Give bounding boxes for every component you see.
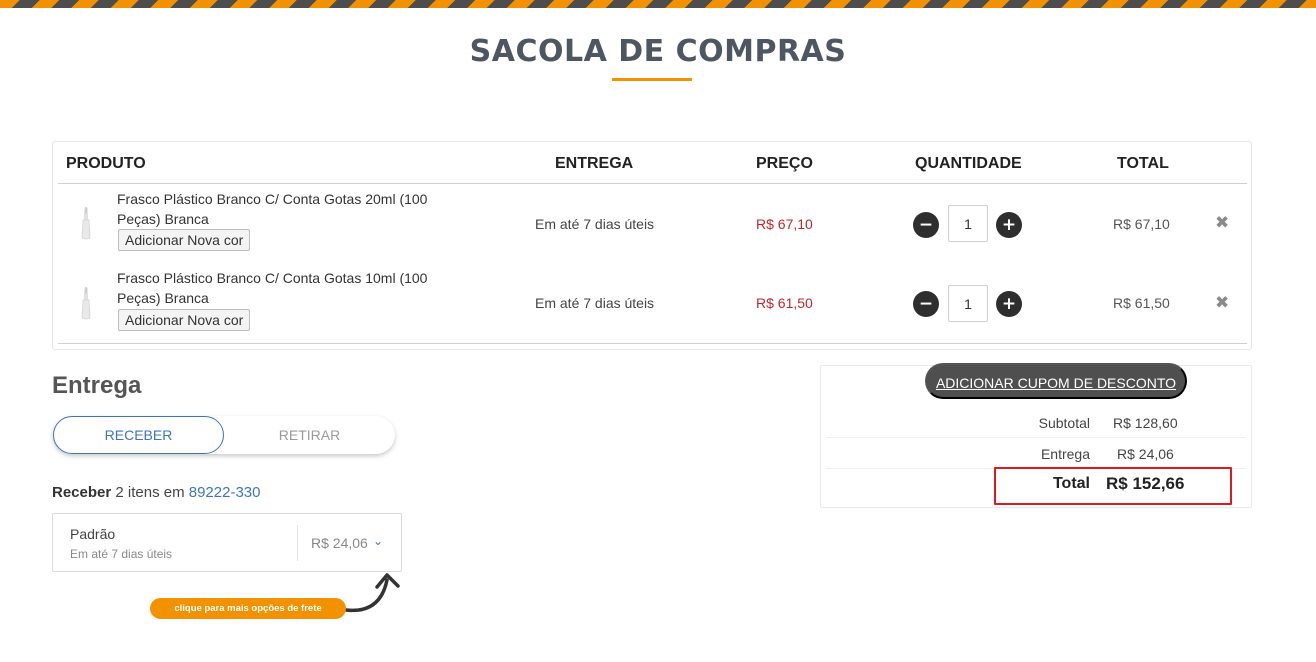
curved-arrow-icon [344, 573, 400, 613]
shipping-option-select[interactable]: Padrão Em até 7 dias úteis R$ 24,06 ⌄ [52, 513, 402, 572]
header-delivery: ENTREGA [555, 155, 634, 172]
page-title: SACOLA DE COMPRAS [469, 34, 847, 69]
remove-item-icon[interactable]: ✖ [1215, 293, 1229, 313]
product-thumbnail[interactable] [78, 286, 94, 320]
product-name[interactable]: Frasco Plástico Branco C/ Conta Gotas 20… [117, 189, 447, 229]
unit-price: R$ 61,50 [756, 295, 813, 311]
tab-receive[interactable]: RECEBER [53, 416, 224, 454]
total-highlight-box [994, 467, 1232, 505]
title-underline [612, 78, 692, 81]
header-quantity: QUANTIDADE [915, 155, 1022, 172]
top-decorative-stripe [0, 0, 1316, 8]
line-total: R$ 61,50 [1113, 295, 1170, 311]
product-thumbnail[interactable] [78, 206, 94, 240]
add-new-color-button[interactable]: Adicionar Nova cor [118, 229, 251, 251]
unit-price: R$ 67,10 [756, 216, 813, 232]
delivery-section-title: Entrega [52, 372, 142, 399]
delivery-estimate: Em até 7 dias úteis [535, 216, 655, 232]
delivery-mode-toggle: RECEBER RETIRAR [53, 416, 395, 454]
receive-label: Receber [52, 484, 112, 501]
receive-summary: Receber 2 itens em 89222-330 [52, 484, 260, 501]
remove-item-icon[interactable]: ✖ [1215, 213, 1229, 233]
shipping-option-time: Em até 7 dias úteis [70, 547, 173, 561]
subtotal-value: R$ 128,60 [1113, 415, 1178, 431]
header-total: TOTAL [1117, 155, 1169, 172]
add-coupon-button[interactable]: ADICIONAR CUPOM DE DESCONTO [925, 363, 1187, 399]
chevron-down-icon[interactable]: ⌄ [373, 534, 383, 548]
shipping-option-price: R$ 24,06 [311, 535, 368, 551]
table-header-divider [58, 183, 1247, 184]
subtotal-label: Subtotal [1038, 415, 1090, 431]
product-name[interactable]: Frasco Plástico Branco C/ Conta Gotas 10… [117, 268, 447, 308]
tab-pickup[interactable]: RETIRAR [224, 416, 395, 454]
decrease-quantity-button[interactable]: − [913, 212, 939, 238]
table-footer-divider [58, 343, 1247, 344]
increase-quantity-button[interactable]: + [996, 291, 1022, 317]
summary-divider [826, 437, 1246, 438]
delivery-estimate: Em até 7 dias úteis [535, 295, 655, 311]
quantity-input[interactable] [948, 285, 988, 322]
shipping-option-name: Padrão [70, 526, 116, 542]
header-product: PRODUTO [66, 155, 146, 172]
quantity-input[interactable] [948, 205, 988, 242]
delivery-cost-value: R$ 24,06 [1117, 446, 1174, 462]
delivery-cost-label: Entrega [1040, 446, 1090, 462]
zip-code-link[interactable]: 89222-330 [189, 484, 261, 501]
decrease-quantity-button[interactable]: − [913, 291, 939, 317]
shipping-hint-label: clique para mais opções de frete [150, 598, 346, 619]
line-total: R$ 67,10 [1113, 216, 1170, 232]
shipping-option-divider [297, 525, 298, 561]
header-price: PREÇO [756, 155, 813, 172]
add-new-color-button[interactable]: Adicionar Nova cor [118, 309, 251, 331]
increase-quantity-button[interactable]: + [996, 212, 1022, 238]
items-count-text: 2 itens em [115, 484, 185, 501]
